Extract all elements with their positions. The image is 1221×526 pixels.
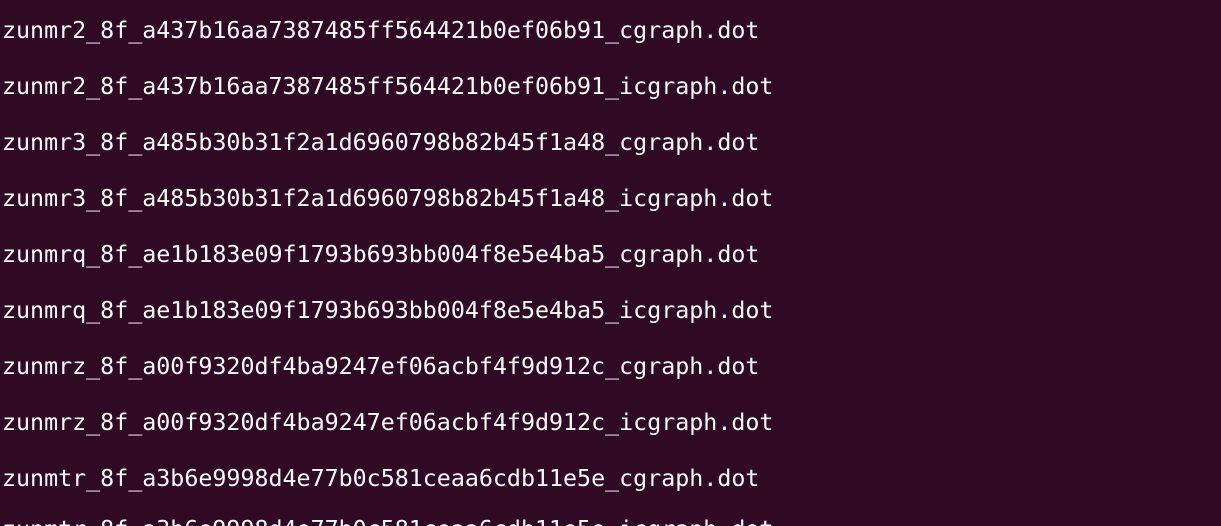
terminal-output[interactable]: zunmr2_8f_a437b16aa7387485ff564421b0ef06… [0,0,1221,526]
file-entry: zunmrq_8f_ae1b183e09f1793b693bb004f8e5e4… [2,297,774,324]
file-entry: zunmr3_8f_a485b30b31f2a1d6960798b82b45f1… [2,129,760,156]
file-entry: zunmr2_8f_a437b16aa7387485ff564421b0ef06… [2,73,774,100]
file-entry: zunmrz_8f_a00f9320df4ba9247ef06acbf4f9d9… [2,353,760,380]
file-entry: zunmr3_8f_a485b30b31f2a1d6960798b82b45f1… [2,185,774,212]
file-entry: zunmtr_8f_a3b6e9998d4e77b0c581ceaa6cdb11… [2,516,773,526]
file-entry: zunmrq_8f_ae1b183e09f1793b693bb004f8e5e4… [2,241,760,268]
file-entry: zunmr2_8f_a437b16aa7387485ff564421b0ef06… [2,17,760,44]
file-entry: zunmtr_8f_a3b6e9998d4e77b0c581ceaa6cdb11… [2,465,760,492]
file-entry: zunmrz_8f_a00f9320df4ba9247ef06acbf4f9d9… [2,409,774,436]
